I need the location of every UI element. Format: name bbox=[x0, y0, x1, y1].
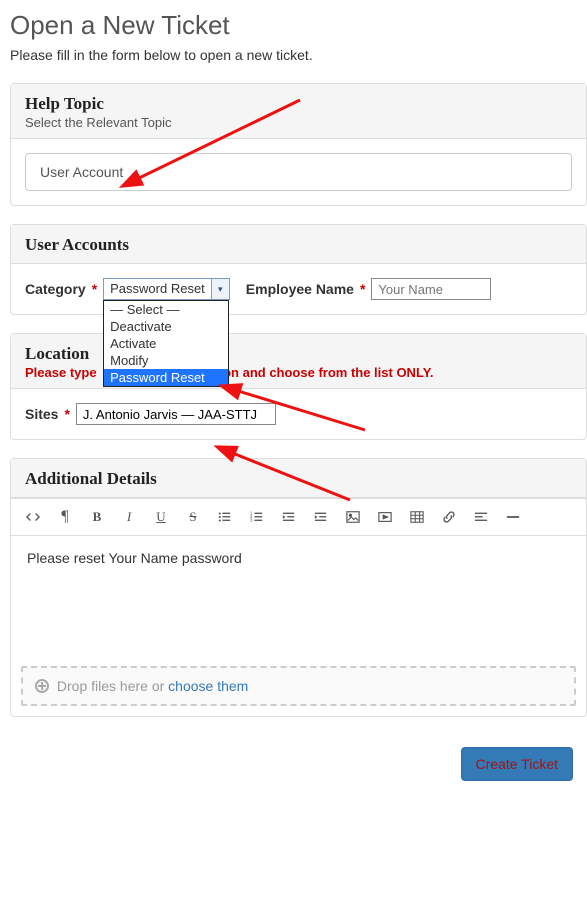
category-value: Password Reset bbox=[104, 279, 211, 299]
sites-label: Sites bbox=[25, 406, 58, 422]
editor-body[interactable]: Please reset Your Name password bbox=[11, 536, 586, 666]
help-topic-header: Help Topic Select the Relevant Topic bbox=[11, 84, 586, 139]
video-icon[interactable] bbox=[371, 503, 399, 531]
category-dropdown[interactable]: — Select —DeactivateActivateModifyPasswo… bbox=[103, 300, 229, 387]
help-topic-value: User Account bbox=[40, 164, 123, 180]
user-accounts-panel: User Accounts Category * Password Reset … bbox=[10, 224, 587, 315]
pilcrow-icon[interactable]: ¶ bbox=[51, 503, 79, 531]
help-topic-panel: Help Topic Select the Relevant Topic Use… bbox=[10, 83, 587, 206]
svg-text:3: 3 bbox=[250, 517, 253, 522]
table-icon[interactable] bbox=[403, 503, 431, 531]
category-option[interactable]: — Select — bbox=[104, 301, 228, 318]
location-panel: Location Please type xxxxxxxxxxxxxxxx io… bbox=[10, 333, 587, 440]
user-accounts-heading: User Accounts bbox=[25, 235, 572, 255]
employee-name-input[interactable] bbox=[371, 278, 491, 300]
additional-details-header: Additional Details bbox=[11, 459, 586, 498]
location-header: Location Please type xxxxxxxxxxxxxxxx io… bbox=[11, 334, 586, 389]
category-select[interactable]: Password Reset ▾ — Select —DeactivateAct… bbox=[103, 278, 230, 300]
image-icon[interactable] bbox=[339, 503, 367, 531]
category-label: Category bbox=[25, 281, 86, 297]
page-title: Open a New Ticket bbox=[10, 10, 587, 41]
align-icon[interactable] bbox=[467, 503, 495, 531]
code-icon[interactable] bbox=[19, 503, 47, 531]
bold-icon[interactable]: B bbox=[83, 503, 111, 531]
file-dropzone[interactable]: Drop files here or choose them bbox=[21, 666, 576, 706]
help-topic-sub: Select the Relevant Topic bbox=[25, 115, 171, 130]
outdent-icon[interactable] bbox=[275, 503, 303, 531]
category-option[interactable]: Activate bbox=[104, 335, 228, 352]
category-option[interactable]: Password Reset bbox=[104, 369, 228, 386]
location-warning: Please type xxxxxxxxxxxxxxxx ion and cho… bbox=[25, 365, 434, 380]
required-indicator: * bbox=[360, 281, 365, 297]
indent-icon[interactable] bbox=[307, 503, 335, 531]
help-topic-heading: Help Topic bbox=[25, 94, 572, 114]
employee-label: Employee Name bbox=[246, 281, 354, 297]
ol-icon[interactable]: 123 bbox=[243, 503, 271, 531]
additional-details-panel: Additional Details ¶BIUS 123 Please reset… bbox=[10, 458, 587, 717]
page-instructions: Please fill in the form below to open a … bbox=[10, 47, 587, 63]
underline-icon[interactable]: U bbox=[147, 503, 175, 531]
sites-input[interactable] bbox=[76, 403, 276, 425]
drop-text: Drop files here or bbox=[57, 678, 168, 694]
italic-icon[interactable]: I bbox=[115, 503, 143, 531]
hr-icon[interactable] bbox=[499, 503, 527, 531]
ul-icon[interactable] bbox=[211, 503, 239, 531]
create-ticket-button[interactable]: Create Ticket bbox=[461, 747, 573, 781]
link-icon[interactable] bbox=[435, 503, 463, 531]
strike-icon[interactable]: S bbox=[179, 503, 207, 531]
help-topic-select[interactable]: User Account bbox=[25, 153, 572, 191]
user-accounts-header: User Accounts bbox=[11, 225, 586, 264]
category-option[interactable]: Modify bbox=[104, 352, 228, 369]
required-indicator: * bbox=[64, 406, 69, 422]
choose-files-link[interactable]: choose them bbox=[168, 678, 248, 694]
chevron-down-icon: ▾ bbox=[211, 279, 229, 299]
editor-toolbar: ¶BIUS 123 bbox=[11, 498, 586, 536]
category-option[interactable]: Deactivate bbox=[104, 318, 228, 335]
additional-details-heading: Additional Details bbox=[25, 469, 572, 489]
upload-icon bbox=[35, 679, 49, 693]
required-indicator: * bbox=[92, 281, 97, 297]
